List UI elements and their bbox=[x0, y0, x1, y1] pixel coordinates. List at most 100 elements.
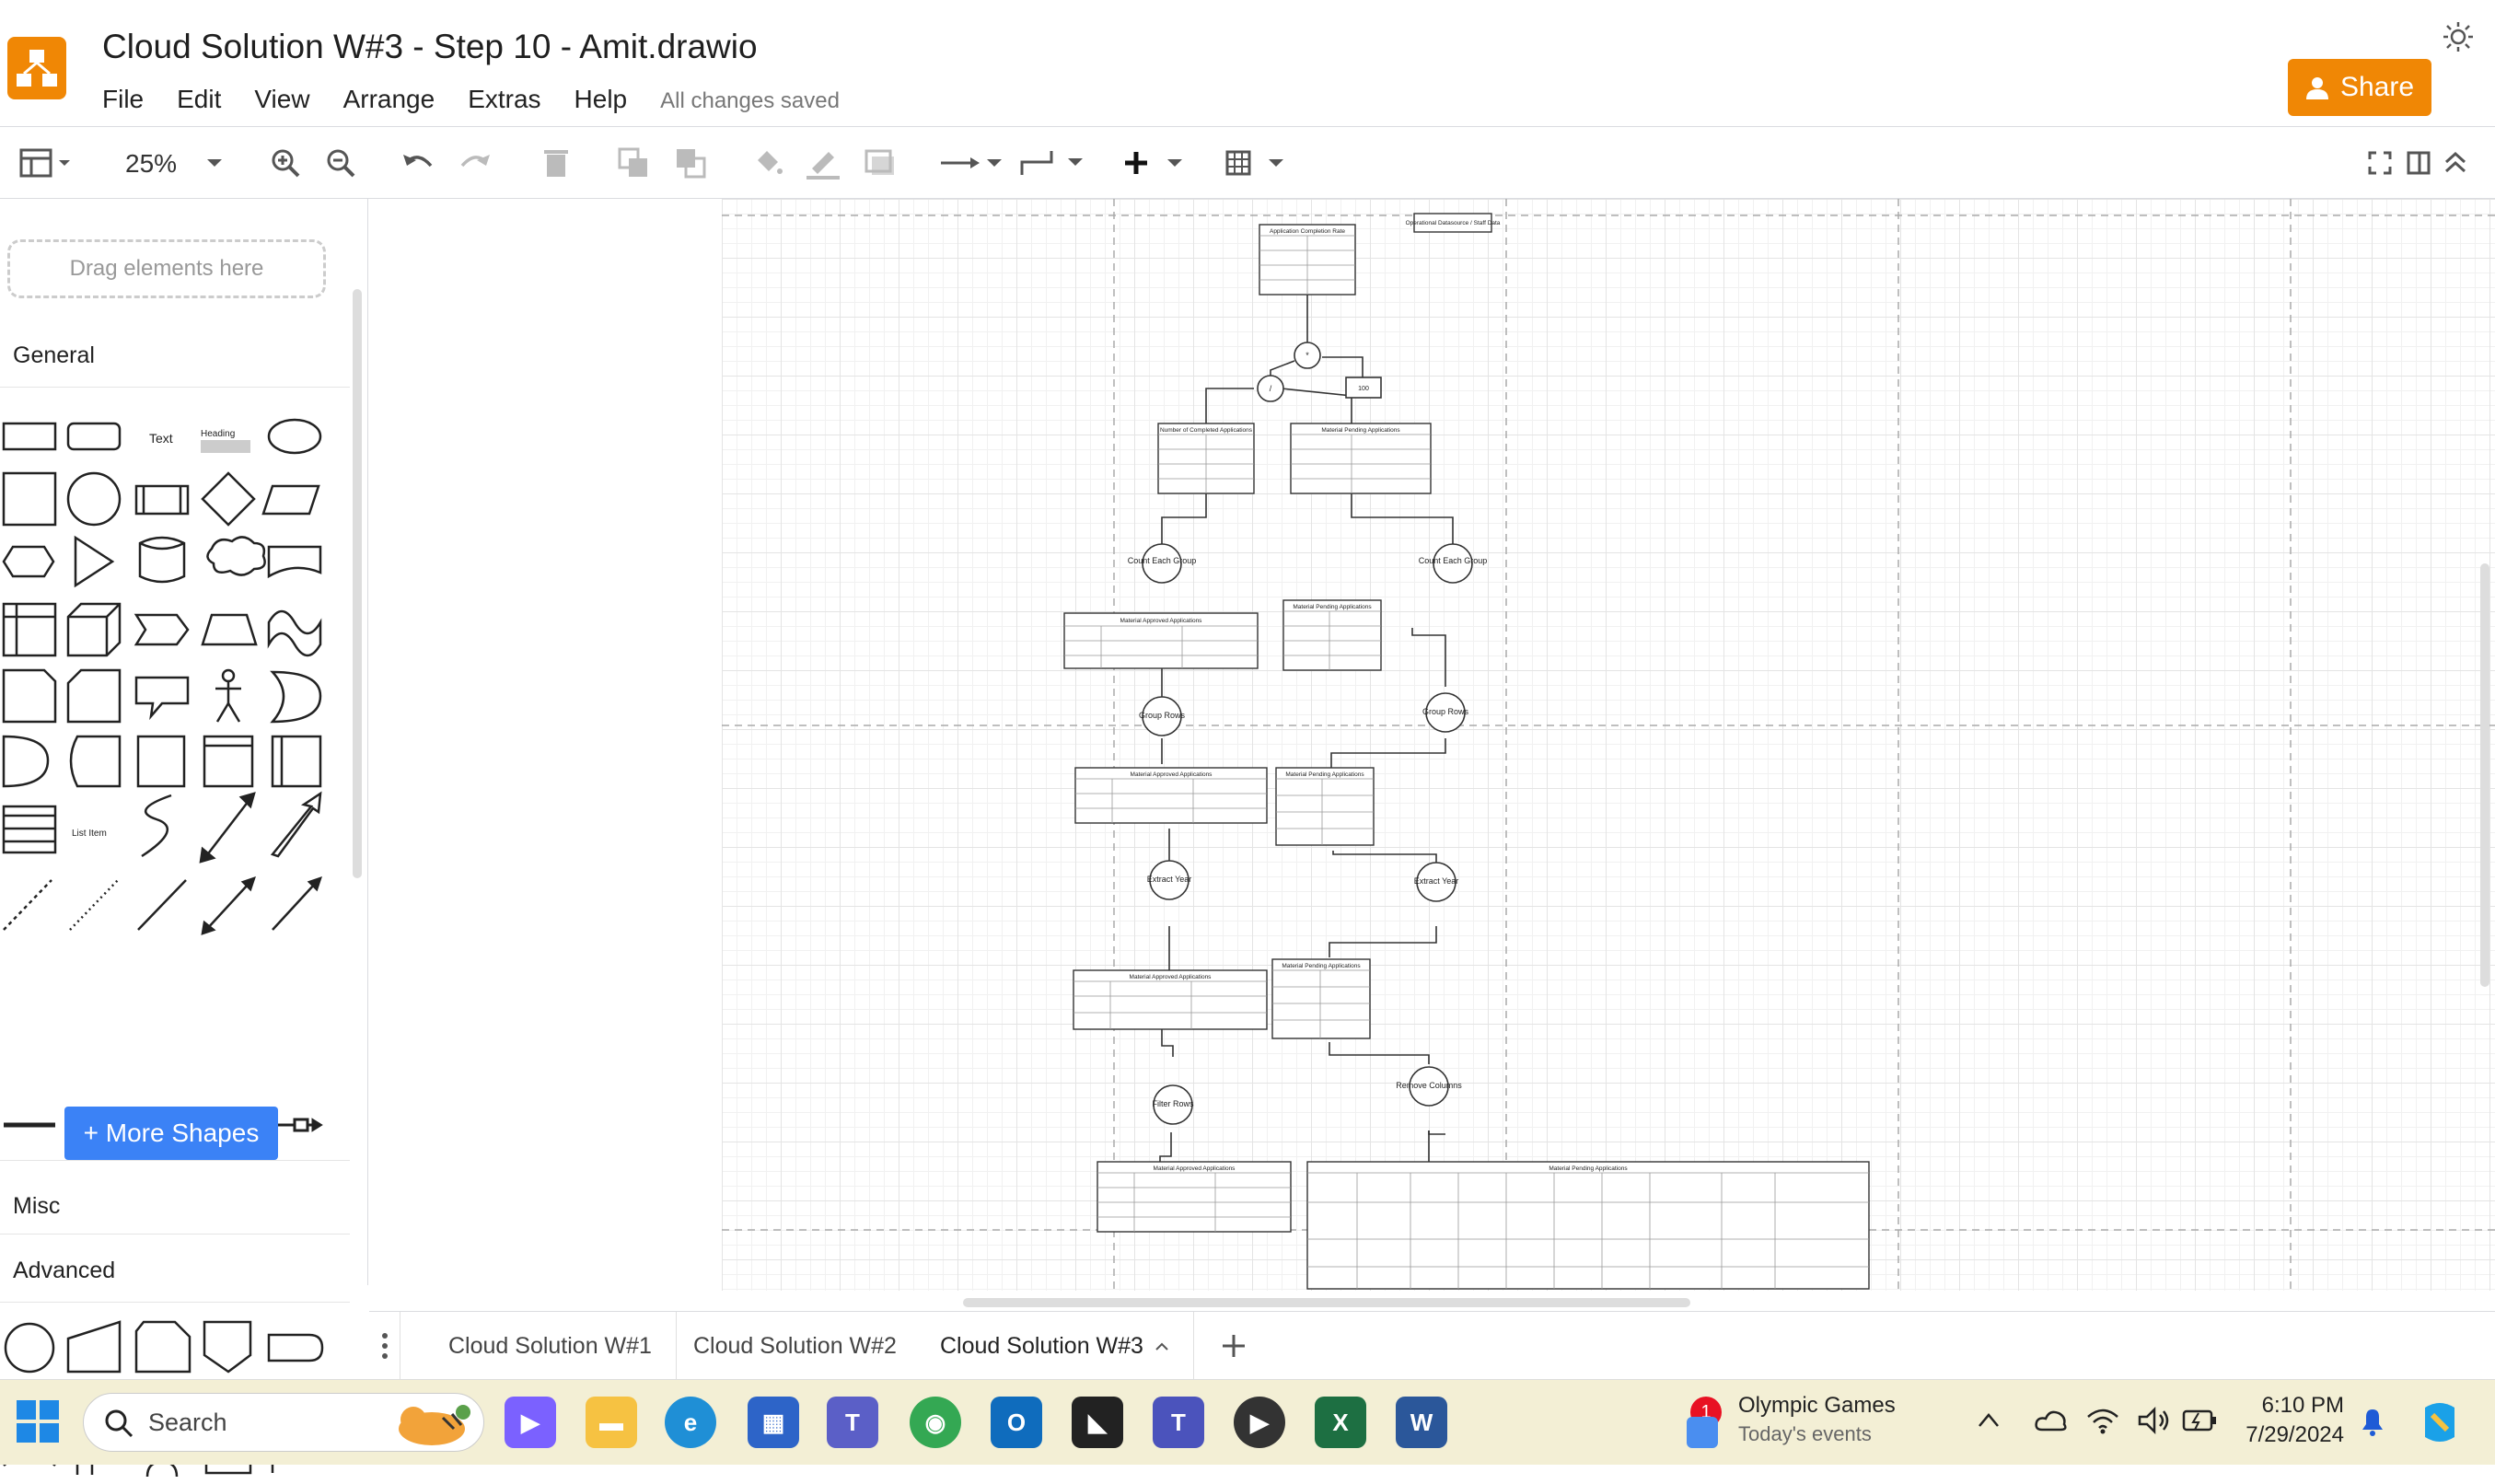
to-back-icon[interactable] bbox=[672, 144, 709, 182]
table-pending-full: Material Pending Applications bbox=[1549, 1165, 1628, 1172]
table-pending-grouped: Material Pending Applications bbox=[1293, 604, 1372, 610]
scratchpad-dropzone[interactable]: Drag elements here bbox=[7, 239, 326, 298]
section-misc[interactable]: Misc bbox=[13, 1193, 60, 1220]
table-approved-cols: Material Approved Applications bbox=[1130, 974, 1213, 980]
diagram-page[interactable]: * / 100 Count Each Group Count Each Grou… bbox=[722, 199, 2495, 1291]
document-title[interactable]: Cloud Solution W#3 - Step 10 - Amit.draw… bbox=[102, 28, 758, 66]
section-general[interactable]: General bbox=[13, 342, 95, 369]
taskbar-store-icon[interactable]: ▦ bbox=[748, 1397, 799, 1448]
redo-icon[interactable] bbox=[457, 144, 493, 182]
menu-help[interactable]: Help bbox=[574, 85, 628, 114]
taskbar-outlook-icon[interactable]: O bbox=[991, 1397, 1042, 1448]
step-extract-left: Extract Year bbox=[1147, 875, 1192, 884]
undo-icon[interactable] bbox=[400, 144, 436, 182]
step-group-right: Group Rows bbox=[1422, 707, 1469, 716]
diagram-canvas[interactable]: * / 100 Count Each Group Count Each Grou… bbox=[369, 199, 2495, 1311]
canvas-vertical-scrollbar[interactable] bbox=[2480, 563, 2489, 987]
table-approved-filtered: Material Approved Applications bbox=[1154, 1165, 1236, 1172]
more-shapes-button[interactable]: + More Shapes bbox=[64, 1107, 278, 1160]
theme-sun-icon[interactable] bbox=[2442, 20, 2475, 53]
search-icon bbox=[105, 1409, 133, 1438]
section-advanced[interactable]: Advanced bbox=[13, 1258, 115, 1284]
fullscreen-icon[interactable] bbox=[2366, 144, 2394, 182]
flow-diagram[interactable]: * / 100 Count Each Group Count Each Grou… bbox=[722, 199, 2495, 1291]
wifi-icon[interactable] bbox=[2086, 1406, 2119, 1435]
widget-title[interactable]: Olympic Games bbox=[1738, 1393, 1896, 1419]
taskbar-excel-icon[interactable]: X bbox=[1315, 1397, 1366, 1448]
sidebar-toggle-icon[interactable] bbox=[15, 144, 77, 182]
tab-w3[interactable]: Cloud Solution W#3 bbox=[916, 1312, 1194, 1380]
notification-bell-icon[interactable] bbox=[2359, 1406, 2386, 1437]
save-status: All changes saved bbox=[660, 88, 840, 113]
windows-start-icon[interactable] bbox=[17, 1400, 59, 1443]
olympic-icon[interactable] bbox=[1681, 1411, 1723, 1454]
zoom-in-icon[interactable] bbox=[267, 144, 304, 182]
taskbar-chrome-icon[interactable]: ◉ bbox=[910, 1397, 961, 1448]
menu-arrange[interactable]: Arrange bbox=[343, 85, 435, 114]
battery-icon[interactable] bbox=[2182, 1408, 2217, 1433]
shape-heading-label: Heading bbox=[201, 429, 235, 439]
menu-edit[interactable]: Edit bbox=[177, 85, 221, 114]
share-button[interactable]: Share bbox=[2288, 59, 2431, 116]
widget-subtitle: Today's events bbox=[1738, 1422, 1872, 1445]
table-operational: Operational Datasource / Staff Data bbox=[1406, 220, 1501, 226]
step-group-left: Group Rows bbox=[1139, 711, 1186, 720]
chevron-up-tray-icon[interactable] bbox=[1978, 1411, 2000, 1430]
taskbar-video-icon[interactable]: ▶ bbox=[505, 1397, 556, 1448]
menu-view[interactable]: View bbox=[254, 85, 309, 114]
table-pending-count: Material Pending Applications bbox=[1321, 427, 1400, 434]
tab-w1[interactable]: Cloud Solution W#1 bbox=[424, 1312, 677, 1380]
collapse-icon[interactable] bbox=[2442, 144, 2469, 182]
zoom-level[interactable]: 25% bbox=[125, 149, 177, 179]
taskbar-edge-icon[interactable]: e bbox=[665, 1397, 716, 1448]
canvas-horizontal-scrollbar[interactable] bbox=[963, 1298, 1690, 1307]
chevron-up-icon[interactable] bbox=[1155, 1341, 1169, 1351]
taskbar-search[interactable]: Search bbox=[83, 1393, 484, 1452]
toolbar: 25% bbox=[0, 127, 2495, 199]
taskbar-media-icon[interactable]: ▶ bbox=[1234, 1397, 1285, 1448]
menu-bar: File Edit View Arrange Extras Help All c… bbox=[102, 85, 873, 114]
copilot-icon[interactable] bbox=[2416, 1398, 2464, 1446]
taskbar-word-icon[interactable]: W bbox=[1396, 1397, 1447, 1448]
op-multiply: * bbox=[1306, 351, 1309, 360]
taskbar-explorer-icon[interactable]: ▬ bbox=[586, 1397, 637, 1448]
pages-menu-icon[interactable] bbox=[369, 1312, 400, 1380]
delete-icon[interactable] bbox=[538, 144, 574, 182]
connection-style-icon[interactable] bbox=[937, 144, 1002, 182]
step-extract-right: Extract Year bbox=[1414, 876, 1459, 886]
format-panel-icon[interactable] bbox=[2405, 144, 2432, 182]
zoom-out-icon[interactable] bbox=[322, 144, 359, 182]
sidebar-scrollbar[interactable] bbox=[353, 289, 362, 878]
zoom-dropdown-icon[interactable] bbox=[201, 144, 228, 182]
onedrive-cloud-icon[interactable] bbox=[2035, 1408, 2068, 1433]
general-shapes-palette[interactable]: Text Heading List Item bbox=[0, 396, 350, 948]
table-insert-icon[interactable] bbox=[1224, 144, 1289, 182]
waypoint-style-icon[interactable] bbox=[1018, 144, 1083, 182]
step-count-left: Count Each Group bbox=[1128, 556, 1197, 565]
op-hundred: 100 bbox=[1358, 386, 1369, 392]
tab-w2[interactable]: Cloud Solution W#2 bbox=[669, 1312, 922, 1380]
shadow-icon[interactable] bbox=[862, 144, 899, 182]
clock-date[interactable]: 7/29/2024 bbox=[2237, 1422, 2344, 1448]
drawio-logo[interactable] bbox=[7, 37, 66, 99]
clock-time[interactable]: 6:10 PM bbox=[2261, 1393, 2344, 1419]
taskbar-teams-icon[interactable]: T bbox=[827, 1397, 878, 1448]
windows-taskbar: Search ▶ ▬ e ▦ T ◉ O ◣ T ▶ X W 1 Olympic… bbox=[0, 1379, 2495, 1465]
add-page-icon[interactable] bbox=[1196, 1312, 1271, 1380]
table-approved-year: Material Approved Applications bbox=[1131, 771, 1213, 778]
shape-text-label: Text bbox=[149, 431, 173, 446]
menu-file[interactable]: File bbox=[102, 85, 144, 114]
insert-plus-icon[interactable] bbox=[1121, 144, 1186, 182]
speaker-icon[interactable] bbox=[2138, 1406, 2171, 1435]
fill-color-icon[interactable] bbox=[749, 144, 786, 182]
share-label: Share bbox=[2339, 72, 2415, 102]
tab-w3-label: Cloud Solution W#3 bbox=[940, 1332, 1143, 1359]
taskbar-sticky-icon[interactable]: ◣ bbox=[1072, 1397, 1123, 1448]
taskbar-teams-work-icon[interactable]: T bbox=[1153, 1397, 1204, 1448]
step-count-right: Count Each Group bbox=[1419, 556, 1488, 565]
menu-extras[interactable]: Extras bbox=[468, 85, 540, 114]
table-completed: Number of Completed Applications bbox=[1160, 427, 1253, 434]
tiger-decoration-icon bbox=[399, 1405, 470, 1445]
line-color-icon[interactable] bbox=[805, 144, 841, 182]
to-front-icon[interactable] bbox=[615, 144, 652, 182]
